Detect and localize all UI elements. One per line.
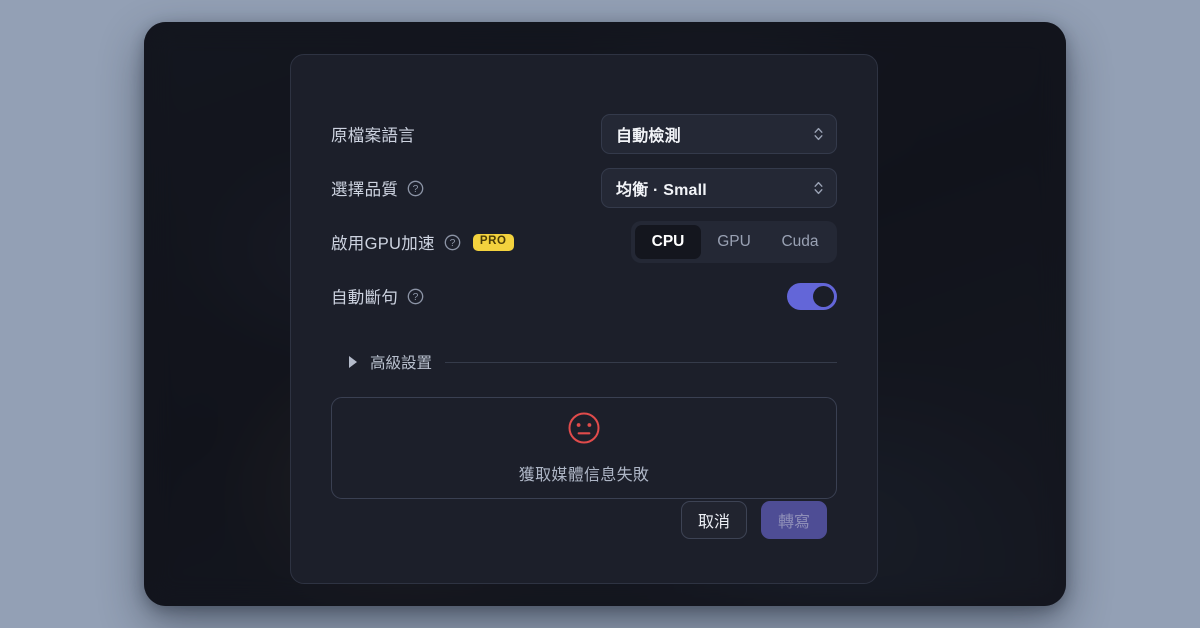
row-auto-sentence-break: 自動斷句 ? xyxy=(331,269,837,323)
advanced-settings-disclosure[interactable]: 高級設置 xyxy=(349,351,837,373)
media-info-error-panel: 獲取媒體信息失敗 xyxy=(331,397,837,499)
quality-select[interactable]: 均衡 · Small xyxy=(601,168,837,208)
row-source-language: 原檔案語言 自動檢測 xyxy=(331,107,837,161)
chevron-updown-icon xyxy=(814,127,823,141)
advanced-settings-label: 高級設置 xyxy=(370,355,433,372)
row-gpu-acceleration: 啟用GPU加速 ? PRO CPU GPU Cuda xyxy=(331,215,837,269)
segment-cpu[interactable]: CPU xyxy=(635,225,701,259)
source-language-select[interactable]: 自動檢測 xyxy=(601,114,837,154)
auto-sentence-break-label: 自動斷句 xyxy=(331,289,399,307)
auto-break-help-icon[interactable]: ? xyxy=(407,288,424,305)
cancel-button[interactable]: 取消 xyxy=(680,501,747,539)
settings-dialog: 原檔案語言 自動檢測 選擇品質 ? 均衡 · Small 啟用GPU加速 ? P… xyxy=(290,54,878,584)
quality-label: 選擇品質 xyxy=(331,181,399,199)
auto-sentence-break-toggle[interactable] xyxy=(787,282,837,310)
toggle-knob xyxy=(813,285,834,307)
gpu-acceleration-label: 啟用GPU加速 xyxy=(331,235,435,253)
source-language-label: 原檔案語言 xyxy=(331,127,415,145)
error-message: 獲取媒體信息失敗 xyxy=(518,467,650,484)
quality-label-group: 選擇品質 ? xyxy=(331,176,424,200)
neutral-face-icon xyxy=(568,412,600,444)
chevron-right-icon xyxy=(349,356,357,368)
advanced-divider xyxy=(445,361,837,363)
app-window: 原檔案語言 自動檢測 選擇品質 ? 均衡 · Small 啟用GPU加速 ? P… xyxy=(144,22,1066,606)
auto-break-label-group: 自動斷句 ? xyxy=(331,284,424,308)
dialog-body: 原檔案語言 自動檢測 選擇品質 ? 均衡 · Small 啟用GPU加速 ? P… xyxy=(331,107,837,499)
compute-device-segmented-control: CPU GPU Cuda xyxy=(631,221,837,263)
segment-cuda[interactable]: Cuda xyxy=(767,225,833,259)
quality-value: 均衡 · Small xyxy=(616,182,707,199)
svg-text:?: ? xyxy=(449,237,455,248)
svg-text:?: ? xyxy=(413,183,419,194)
segment-gpu[interactable]: GPU xyxy=(701,225,767,259)
source-language-label-group: 原檔案語言 xyxy=(331,122,415,146)
transcribe-button[interactable]: 轉寫 xyxy=(760,501,827,539)
pro-badge: PRO xyxy=(472,233,514,251)
dialog-footer: 取消 轉寫 xyxy=(680,501,827,539)
svg-text:?: ? xyxy=(413,291,419,302)
source-language-value: 自動檢測 xyxy=(616,128,681,145)
chevron-updown-icon xyxy=(814,181,823,195)
quality-help-icon[interactable]: ? xyxy=(407,180,424,197)
gpu-help-icon[interactable]: ? xyxy=(444,234,461,251)
gpu-label-group: 啟用GPU加速 ? PRO xyxy=(331,230,514,254)
row-quality: 選擇品質 ? 均衡 · Small xyxy=(331,161,837,215)
